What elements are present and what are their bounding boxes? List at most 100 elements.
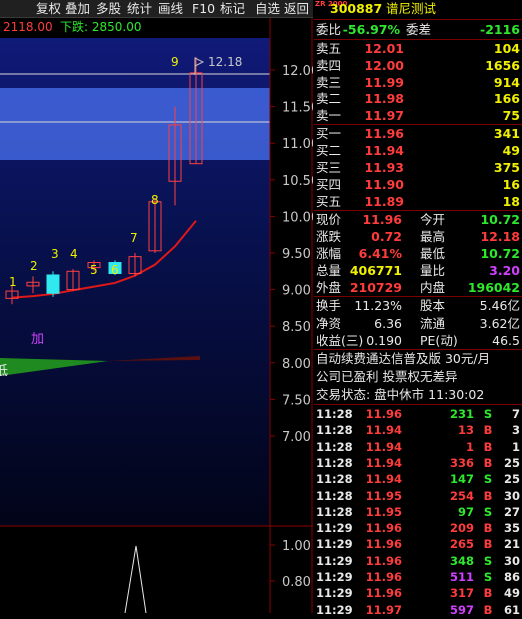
- kline-svg: 2118.00 下跌: 2850.00 12.0011.5011.0010.50…: [0, 18, 319, 614]
- candle-body-down: [46, 274, 60, 294]
- sequence-count-label: 4: [70, 247, 78, 261]
- toolbar-draw-line[interactable]: 画线: [158, 0, 183, 17]
- tick-time: 11:29: [316, 586, 353, 601]
- tick-price: 11.95: [365, 504, 402, 519]
- tick-time: 11:28: [316, 472, 353, 487]
- stat-value: 6.41%: [358, 246, 402, 261]
- tick-volume: 348: [449, 553, 474, 568]
- tick-side: B: [483, 439, 493, 454]
- stat2-label: PE(动): [420, 333, 458, 348]
- resistance-band: [0, 88, 270, 160]
- ask-price: 12.00: [364, 57, 404, 73]
- tick-count: 7: [511, 407, 520, 421]
- ask-volume: 1656: [485, 57, 520, 73]
- bid-price: 11.96: [364, 126, 404, 141]
- bid-label: 买二: [316, 143, 342, 158]
- ask-price: 11.97: [364, 108, 404, 124]
- sub-ticks: 1.00 0.80: [270, 539, 311, 590]
- add-position-label: 加: [31, 332, 44, 347]
- stat2-value: 3.62亿: [479, 315, 520, 331]
- tick-side: S: [483, 570, 493, 584]
- tick-time: 11:28: [316, 439, 353, 454]
- bid-row: 买三 11.93 375: [314, 159, 522, 176]
- bid-label: 买五: [316, 194, 342, 209]
- tick-volume: 209: [449, 521, 474, 536]
- stat-row: 外盘 210729 内盘 196042: [314, 279, 522, 296]
- tick-count: 30: [503, 488, 520, 503]
- tick-volume: 1: [465, 439, 474, 454]
- tick-price: 11.96: [365, 407, 402, 421]
- stat-label: 总量: [316, 263, 342, 278]
- tick-volume: 254: [449, 488, 474, 503]
- info-text: 交易状态: 盘中休市 11:30:02: [316, 387, 485, 402]
- stat2-label: 净资: [316, 315, 342, 331]
- ask-volume: 75: [502, 108, 520, 124]
- stat2-value: 0.190: [366, 333, 402, 348]
- sequence-count-label: 9: [171, 55, 179, 69]
- toolbar-multi-stock[interactable]: 多股: [96, 0, 121, 17]
- weicha-value: -2116: [480, 22, 520, 37]
- tick-side: B: [483, 537, 493, 552]
- stat2-value: 5.46亿: [479, 298, 520, 313]
- ask-volume: 166: [493, 91, 520, 107]
- stat-label: 涨跌: [316, 229, 342, 244]
- tick-time: 11:28: [316, 488, 353, 503]
- tick-count: 27: [503, 504, 520, 519]
- tick-time: 11:29: [316, 553, 353, 568]
- ask-price: 11.99: [364, 74, 404, 90]
- tick-row: 11:29 11.97 597 B 61: [314, 601, 522, 619]
- tick-price: 11.97: [365, 602, 402, 617]
- tick-price: 11.95: [365, 488, 402, 503]
- tick-time: 11:29: [316, 570, 353, 584]
- toolbar-f10[interactable]: F10: [192, 0, 215, 17]
- toolbar-mark[interactable]: 标记: [220, 0, 245, 17]
- bid-row: 买二 11.94 49: [314, 142, 522, 159]
- toolbar-statistics[interactable]: 统计: [127, 0, 152, 17]
- bid-price: 11.94: [364, 143, 404, 158]
- tick-side: S: [483, 553, 493, 568]
- indicator-spike: [124, 545, 147, 614]
- tick-price: 11.96: [365, 537, 402, 552]
- stat-label: 涨幅: [316, 246, 342, 261]
- stat-value: 3.20: [489, 263, 520, 278]
- stat-label: 最低: [420, 246, 446, 261]
- toolbar-back[interactable]: 返回: [284, 0, 309, 17]
- toolbar-watchlist[interactable]: 自选: [255, 0, 280, 17]
- weibi-label: 委比: [316, 22, 342, 37]
- price-tick-label: 8.50: [282, 320, 311, 335]
- tick-side: B: [483, 488, 493, 503]
- tick-time: 11:28: [316, 423, 353, 438]
- ask-row: 卖五 12.01 104: [314, 40, 522, 57]
- sequence-count-label: 2: [30, 259, 38, 273]
- sequence-count-label: 6: [111, 263, 119, 277]
- bid-volume: 16: [502, 177, 520, 192]
- price-tick-label: 9.50: [282, 247, 311, 262]
- ask-label: 卖三: [316, 74, 342, 90]
- kline-chart[interactable]: 2118.00 下跌: 2850.00 12.0011.5011.0010.50…: [0, 18, 319, 614]
- stat-label: 最高: [420, 229, 446, 244]
- tick-volume: 597: [449, 602, 474, 617]
- toolbar-fuquan[interactable]: 复权: [36, 0, 61, 17]
- weibi-row: 委比 -56.97% 委差 -2116: [314, 21, 522, 38]
- tick-volume: 231: [449, 407, 474, 421]
- tick-count: 3: [511, 423, 520, 438]
- high-price-label: 12.18: [208, 55, 242, 69]
- price-tick-label: 12.00: [282, 64, 313, 79]
- bid-label: 买四: [316, 177, 342, 192]
- bid-row: 买四 11.90 16: [314, 176, 522, 193]
- tick-side: S: [483, 504, 493, 519]
- tick-volume: 147: [449, 472, 474, 487]
- bid-price: 11.90: [364, 177, 404, 192]
- info-drop: 下跌: 2850.00: [60, 19, 141, 34]
- toolbar-overlay[interactable]: 叠加: [65, 0, 90, 17]
- tick-side: B: [483, 602, 493, 617]
- stat-value: 10.72: [480, 212, 520, 227]
- stat-row: 现价 11.96 今开 10.72: [314, 211, 522, 228]
- tick-volume: 511: [449, 570, 474, 584]
- info-text: 公司已盈利 投票权无差异: [316, 369, 458, 384]
- stat2-row: 净资 6.36 流通 3.62亿: [314, 315, 522, 332]
- price-tick-label: 7.50: [282, 393, 311, 408]
- stat-value: 406771: [349, 263, 402, 278]
- ask-price: 12.01: [364, 41, 404, 56]
- tick-side: B: [483, 521, 493, 536]
